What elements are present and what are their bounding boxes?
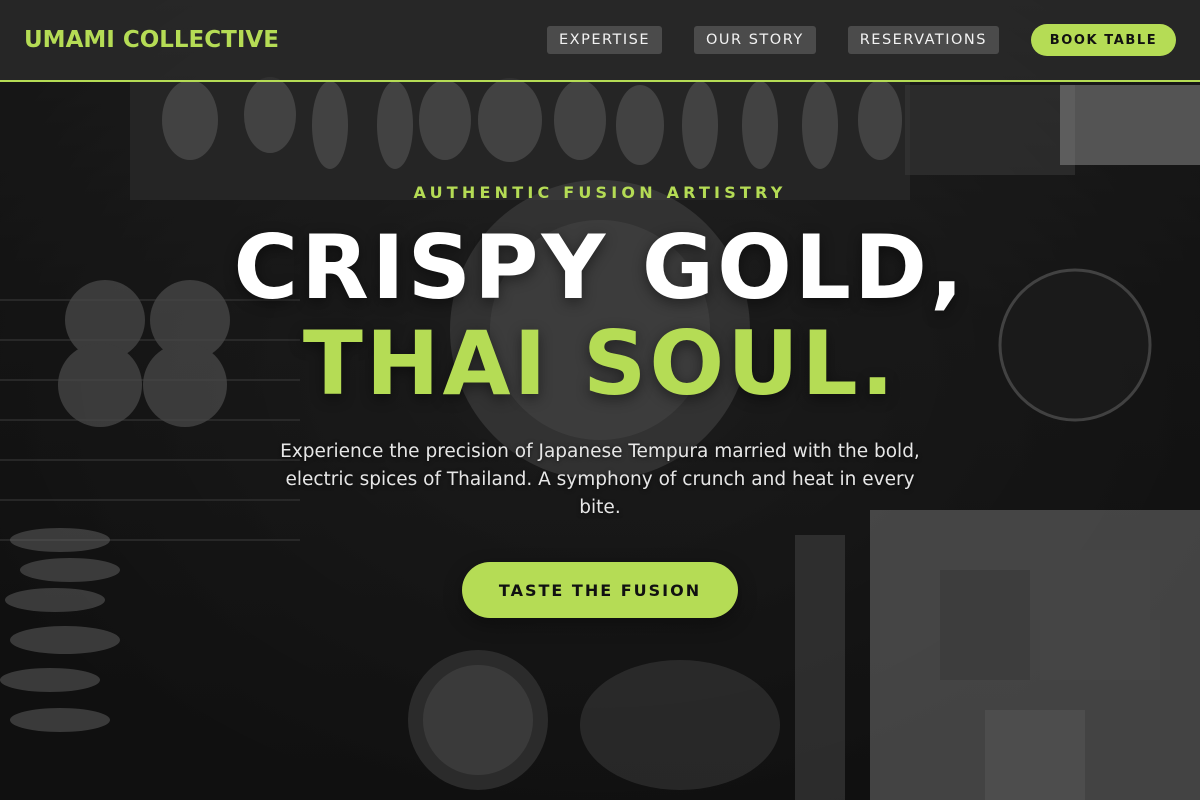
nav-link-our-story[interactable]: OUR STORY [694,26,816,54]
top-nav: UMAMI COLLECTIVE EXPERTISE OUR STORY RES… [0,0,1200,82]
taste-the-fusion-button[interactable]: TASTE THE FUSION [462,562,738,618]
nav-link-expertise[interactable]: EXPERTISE [546,26,663,54]
hero-headline: CRISPY GOLD, THAI SOUL. [0,220,1200,412]
brand-logo[interactable]: UMAMI COLLECTIVE [24,27,279,53]
nav-link-reservations[interactable]: RESERVATIONS [847,26,999,54]
headline-line-1: CRISPY GOLD, [233,216,967,319]
nav-links: EXPERTISE OUR STORY RESERVATIONS BOOK TA… [515,24,1176,56]
hero-section: AUTHENTIC FUSION ARTISTRY CRISPY GOLD, T… [0,82,1200,800]
hero-kicker: AUTHENTIC FUSION ARTISTRY [413,183,787,202]
hero-description: Experience the precision of Japanese Tem… [280,441,920,518]
headline-line-2: THAI SOUL. [302,312,898,415]
book-table-button[interactable]: BOOK TABLE [1031,24,1176,56]
